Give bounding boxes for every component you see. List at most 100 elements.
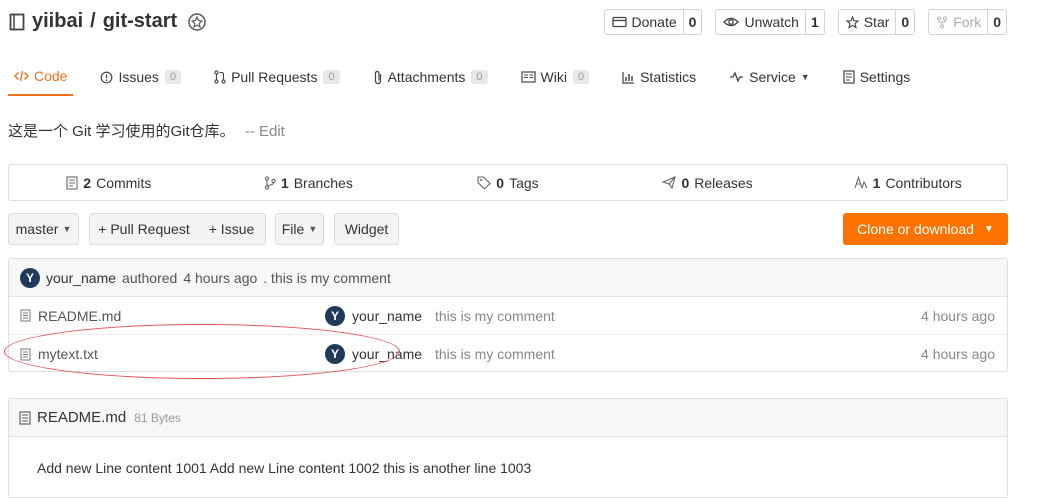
repo-stats-bar: 2 Commits 1 Branches 0 Tags 0 Releases 1… bbox=[8, 164, 1008, 201]
file-menu-label: File bbox=[281, 221, 305, 237]
stat-releases[interactable]: 0 Releases bbox=[608, 165, 808, 200]
file-author-link[interactable]: your_name bbox=[352, 308, 422, 324]
commit-author-link[interactable]: your_name bbox=[46, 270, 116, 286]
chevron-down-icon: ▼ bbox=[983, 223, 994, 235]
readme-content: Add new Line content 1001 Add new Line c… bbox=[37, 460, 532, 476]
tab-issues-count: 0 bbox=[164, 70, 182, 84]
clone-download-button[interactable]: Clone or download ▼ bbox=[843, 213, 1008, 245]
star-label[interactable]: Star bbox=[839, 10, 897, 34]
repo-icon bbox=[9, 13, 25, 31]
avatar[interactable]: Y bbox=[325, 344, 345, 364]
file-commit-time: 4 hours ago bbox=[921, 346, 995, 362]
file-commit-time: 4 hours ago bbox=[921, 307, 995, 324]
badge-icon[interactable] bbox=[187, 12, 207, 32]
stat-tags[interactable]: 0 Tags bbox=[408, 165, 608, 200]
file-author-link[interactable]: your_name bbox=[352, 346, 422, 362]
unwatch-button[interactable]: Unwatch 1 bbox=[715, 9, 825, 35]
file-link[interactable]: mytext.txt bbox=[20, 346, 98, 362]
tab-pull-requests[interactable]: Pull Requests 0 bbox=[208, 58, 346, 96]
code-icon bbox=[14, 70, 29, 82]
avatar[interactable]: Y bbox=[325, 305, 345, 326]
file-link[interactable]: README.md bbox=[20, 308, 121, 324]
file-menu-button[interactable]: File ▼ bbox=[275, 213, 324, 245]
readme-panel: README.md 81 Bytes Add new Line content … bbox=[8, 398, 1008, 498]
fork-button[interactable]: Fork 0 bbox=[928, 9, 1007, 35]
repo-separator: / bbox=[90, 10, 96, 32]
tab-statistics[interactable]: Statistics bbox=[616, 58, 702, 96]
repo-name-link[interactable]: git-start bbox=[103, 10, 177, 33]
donate-label[interactable]: Donate bbox=[605, 10, 684, 34]
repo-header: yiibai / git-start Donate 0 Unwatch 1 St… bbox=[0, 0, 1047, 96]
fork-text: Fork bbox=[953, 14, 982, 30]
fork-label[interactable]: Fork bbox=[929, 10, 989, 34]
commit-time: 4 hours ago bbox=[183, 269, 258, 286]
star-count[interactable]: 0 bbox=[896, 10, 914, 34]
pull-request-icon bbox=[214, 70, 226, 84]
file-commit-message[interactable]: this is my comment bbox=[435, 346, 555, 362]
repo-tabs: Code Issues 0 Pull Requests 0 Attachment… bbox=[8, 58, 937, 96]
fork-count[interactable]: 0 bbox=[988, 10, 1006, 34]
tab-wiki[interactable]: Wiki 0 bbox=[515, 58, 596, 96]
wiki-icon bbox=[520, 71, 536, 83]
commit-icon bbox=[66, 175, 78, 190]
tab-statistics-label: Statistics bbox=[640, 69, 697, 85]
repo-description-text: 这是一个 Git 学习使用的Git仓库。 bbox=[8, 123, 235, 140]
commit-action: authored bbox=[122, 269, 178, 286]
paperclip-icon bbox=[373, 70, 383, 85]
star-button[interactable]: Star 0 bbox=[837, 9, 916, 35]
donate-text: Donate bbox=[631, 14, 677, 30]
tab-code[interactable]: Code bbox=[8, 58, 74, 96]
settings-icon bbox=[843, 70, 855, 84]
file-name: mytext.txt bbox=[38, 346, 98, 362]
file-text-icon bbox=[20, 348, 31, 361]
file-commit-message[interactable]: this is my comment bbox=[435, 308, 555, 324]
donate-count[interactable]: 0 bbox=[684, 10, 702, 34]
stat-tags-label: Tags bbox=[509, 174, 539, 191]
stat-branches-label: Branches bbox=[293, 174, 353, 191]
tab-issues[interactable]: Issues 0 bbox=[94, 58, 187, 96]
branch-select[interactable]: master ▼ bbox=[8, 213, 79, 245]
repo-owner-link[interactable]: yiibai bbox=[32, 10, 83, 33]
unwatch-count[interactable]: 1 bbox=[806, 10, 824, 34]
tab-attachments[interactable]: Attachments 0 bbox=[367, 58, 494, 96]
commit-message-link[interactable]: . this is my comment bbox=[263, 270, 391, 286]
widget-button[interactable]: Widget bbox=[334, 213, 399, 245]
stat-contributors-count: 1 bbox=[872, 174, 881, 191]
readme-size: 81 Bytes bbox=[134, 410, 181, 425]
donate-icon bbox=[611, 16, 627, 28]
stat-commits-label: Commits bbox=[96, 174, 152, 191]
chevron-down-icon: ▼ bbox=[800, 72, 810, 82]
file-name: README.md bbox=[38, 307, 122, 324]
tab-settings[interactable]: Settings bbox=[837, 58, 917, 96]
stat-tags-count: 0 bbox=[496, 174, 505, 191]
branch-icon bbox=[264, 175, 276, 190]
readme-file-icon bbox=[19, 410, 31, 425]
repo-main: 这是一个 Git 学习使用的Git仓库。 -- Edit 2 Commits 1… bbox=[0, 96, 1047, 498]
contributors-icon bbox=[853, 176, 868, 189]
readme-title: README.md bbox=[37, 409, 127, 426]
tag-icon bbox=[477, 176, 492, 189]
unwatch-text: Unwatch bbox=[744, 14, 799, 30]
stat-commits-count: 2 bbox=[83, 174, 92, 191]
stat-contributors[interactable]: 1 Contributors bbox=[807, 165, 1007, 200]
unwatch-label[interactable]: Unwatch bbox=[716, 10, 806, 34]
repo-actions: Donate 0 Unwatch 1 Star 0 Fork 0 bbox=[603, 9, 1007, 35]
new-issue-button[interactable]: + Issue bbox=[198, 213, 266, 245]
clone-download-label: Clone or download bbox=[857, 221, 974, 237]
tab-issues-label: Issues bbox=[118, 69, 159, 85]
stat-contributors-label: Contributors bbox=[885, 174, 962, 191]
file-author: Y your_name bbox=[325, 344, 422, 364]
eye-icon bbox=[723, 16, 740, 28]
donate-button[interactable]: Donate 0 bbox=[603, 9, 703, 35]
stat-branches[interactable]: 1 Branches bbox=[209, 165, 409, 200]
pulse-icon bbox=[729, 71, 744, 83]
tab-service[interactable]: Service ▼ bbox=[723, 58, 816, 96]
file-text-icon bbox=[20, 309, 31, 322]
new-pull-request-button[interactable]: + Pull Request bbox=[89, 213, 199, 245]
branch-select-label: master bbox=[15, 221, 59, 237]
tab-service-label: Service bbox=[749, 69, 796, 85]
edit-description-link[interactable]: -- Edit bbox=[245, 123, 285, 140]
repo-description: 这是一个 Git 学习使用的Git仓库。 -- Edit bbox=[8, 120, 285, 141]
stat-commits[interactable]: 2 Commits bbox=[9, 165, 209, 200]
avatar[interactable]: Y bbox=[20, 267, 40, 288]
